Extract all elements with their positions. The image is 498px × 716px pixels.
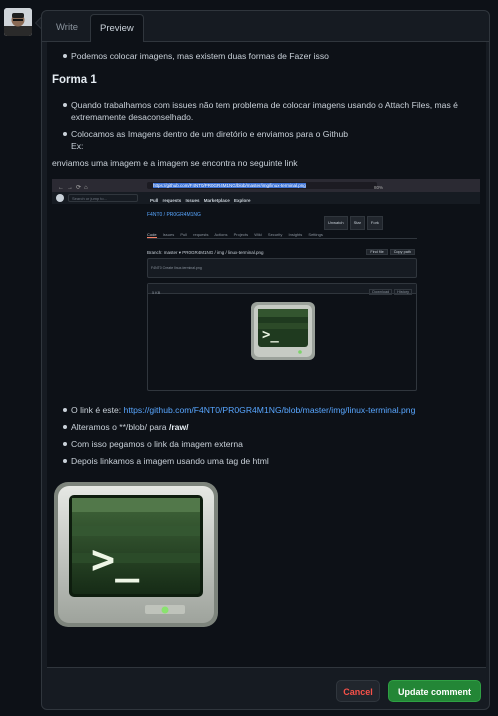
tab-write[interactable]: Write <box>47 14 87 42</box>
svg-text:>_: >_ <box>91 537 140 583</box>
github-header: Search or jump to... Pull requests Issue… <box>52 192 480 204</box>
steps-list: O link é este: https://github.com/F4NT0/… <box>52 404 482 467</box>
github-file-view: 5 KB Download History >_ <box>147 283 417 391</box>
github-button: Copy path <box>389 249 415 255</box>
github-tab: Wiki <box>254 232 262 237</box>
list-item: Com isso pegamos o link da imagem extern… <box>62 438 482 450</box>
github-button: History <box>394 289 412 295</box>
github-action: Star <box>349 216 365 230</box>
github-tab: Issues <box>162 232 175 237</box>
comment-actions: Cancel Update comment <box>42 668 489 709</box>
list-item: Alteramos o **/blob/ para /raw/ <box>62 421 482 433</box>
avatar[interactable] <box>4 8 32 36</box>
update-comment-button[interactable]: Update comment <box>388 680 481 702</box>
editor-tabbar: Write Preview <box>42 11 489 43</box>
svg-text:>_: >_ <box>262 327 279 343</box>
image-link[interactable]: https://github.com/F4NT0/PR0GR4M1NG/blob… <box>124 405 416 415</box>
alter-text: Alteramos o **/blob/ para <box>71 422 169 432</box>
paragraph: enviamos uma imagem e a imagem se encont… <box>52 158 298 168</box>
example-label: Ex: <box>71 141 84 151</box>
github-logo-icon <box>56 194 64 202</box>
embedded-screenshot[interactable]: ←→⟳⌂ https://github.com/F4NT0/PR0GR4M1NG… <box>52 179 480 392</box>
list-item-text: Colocamos as Imagens dentro de um diretó… <box>71 129 349 139</box>
github-topnav: Pull requests Issues Marketplace Explore <box>150 198 251 203</box>
intro-list: Podemos colocar imagens, mas existem dua… <box>52 50 482 62</box>
github-search: Search or jump to... <box>68 194 138 202</box>
github-repo-tabs: Code Issues Pull requests Actions Projec… <box>147 229 417 239</box>
github-path-buttons: Find file Copy path <box>364 246 415 258</box>
github-tab: Code <box>147 232 157 238</box>
terminal-icon: >_ <box>54 482 218 627</box>
github-tab: Security <box>267 232 283 237</box>
github-tab: Pull requests <box>180 232 209 237</box>
github-commit-text: F4NT0 Create linux-terminal.png <box>151 266 202 270</box>
github-action: Fork <box>366 216 383 230</box>
cancel-button[interactable]: Cancel <box>336 680 380 702</box>
comment-editor: Write Preview Podemos colocar imagens, m… <box>41 10 490 710</box>
github-tab: Insights <box>288 232 303 237</box>
terminal-icon: >_ <box>251 302 315 360</box>
github-path-text: Branch: master ▾ PR0GR4M1NG / img / linu… <box>147 250 264 255</box>
github-tab: Actions <box>214 232 228 237</box>
github-tab: Settings <box>308 232 323 237</box>
markdown-preview: Podemos colocar imagens, mas existem dua… <box>52 50 482 628</box>
github-commit-box: F4NT0 Create linux-terminal.png <box>147 258 417 278</box>
github-file-buttons: Download History <box>367 286 412 298</box>
section-heading: Forma 1 <box>52 74 97 86</box>
list-item: Colocamos as Imagens dentro de um diretó… <box>62 128 482 152</box>
github-action: Unwatch <box>324 216 348 230</box>
github-file-size: 5 KB <box>152 291 161 295</box>
list-item: O link é este: https://github.com/F4NT0/… <box>62 404 482 416</box>
github-button: Download <box>369 289 393 295</box>
browser-url-bar: https://github.com/F4NT0/PR0GR4M1NG/blob… <box>147 182 377 189</box>
browser-url: https://github.com/F4NT0/PR0GR4M1NG/blob… <box>153 183 306 188</box>
github-button: Find file <box>366 249 388 255</box>
github-tab: Projects <box>233 232 249 237</box>
link-prefix: O link é este: <box>71 405 124 415</box>
github-file-header: 5 KB Download History <box>148 284 416 295</box>
github-repo-actions: Unwatch Star Fork <box>322 216 383 230</box>
preview-area: Podemos colocar imagens, mas existem dua… <box>47 42 486 668</box>
terminal-image[interactable]: >_ <box>53 481 219 628</box>
list-item: Quando trabalhamos com issues não tem pr… <box>62 99 482 123</box>
forma-list: Quando trabalhamos com issues não tem pr… <box>52 99 482 152</box>
list-item: Podemos colocar imagens, mas existem dua… <box>62 50 482 62</box>
raw-bold-text: /raw/ <box>168 422 189 432</box>
browser-toolbar: ←→⟳⌂ https://github.com/F4NT0/PR0GR4M1NG… <box>52 179 480 192</box>
list-item: Depois linkamos a imagem usando uma tag … <box>62 455 482 467</box>
tab-preview[interactable]: Preview <box>90 14 144 43</box>
